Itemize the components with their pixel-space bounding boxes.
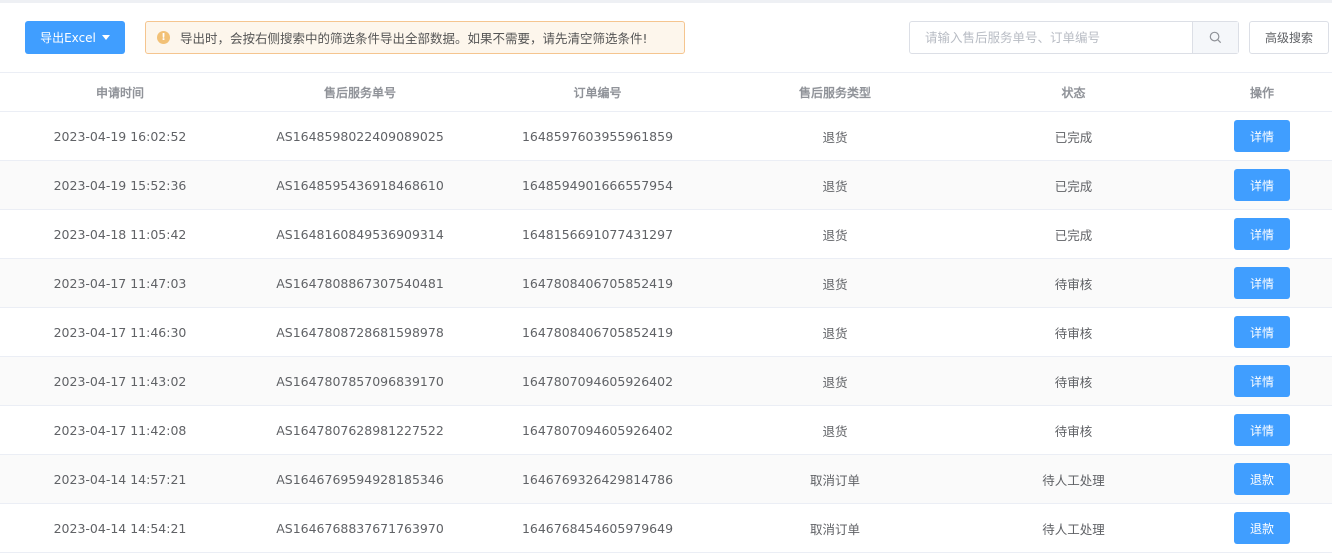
cell-order-no: 1647807094605926402: [521, 373, 674, 389]
table-row: 2023-04-18 11:05:42 AS1648160849536909314…: [0, 210, 1332, 259]
table-header: 申请时间 售后服务单号 订单编号 售后服务类型 状态 操作: [0, 72, 1332, 112]
table-row: 2023-04-17 11:46:30 AS1647808728681598978…: [0, 308, 1332, 357]
cell-service-type: 退货: [822, 129, 848, 145]
cell-service-no: AS1646769594928185346: [276, 471, 444, 487]
cell-service-no: AS1648160849536909314: [276, 226, 444, 242]
cell-order-no: 1647808406705852419: [521, 324, 674, 340]
table-body: 2023-04-19 16:02:52 AS1648598022409089025…: [0, 112, 1332, 553]
toolbar: 导出Excel ! 导出时，会按右侧搜索中的筛选条件导出全部数据。如果不需要，请…: [0, 3, 1332, 72]
detail-button[interactable]: 详情: [1234, 218, 1290, 250]
refund-button[interactable]: 退款: [1234, 463, 1290, 495]
search-button[interactable]: [1192, 22, 1238, 53]
cell-status: 待审核: [1054, 325, 1093, 341]
search-icon: [1209, 31, 1222, 44]
table-row: 2023-04-17 11:43:02 AS1647807857096839170…: [0, 357, 1332, 406]
cell-order-no: 1648156691077431297: [521, 226, 674, 242]
alert-text: 导出时，会按右侧搜索中的筛选条件导出全部数据。如果不需要，请先清空筛选条件!: [180, 31, 648, 46]
cell-service-no: AS1646768837671763970: [276, 520, 444, 536]
detail-button[interactable]: 详情: [1234, 120, 1290, 152]
table-row: 2023-04-14 14:54:21 AS1646768837671763970…: [0, 504, 1332, 553]
table-row: 2023-04-17 11:47:03 AS1647808867307540481…: [0, 259, 1332, 308]
cell-service-no: AS1647807628981227522: [276, 422, 444, 438]
cell-service-no: AS1647807857096839170: [276, 373, 444, 389]
detail-button[interactable]: 详情: [1234, 169, 1290, 201]
advanced-search-button[interactable]: 高级搜索: [1249, 21, 1329, 54]
cell-status: 待审核: [1054, 276, 1093, 292]
cell-apply-time: 2023-04-14 14:54:21: [53, 520, 187, 536]
cell-operation: 退款: [1192, 455, 1332, 503]
cell-service-type: 退货: [822, 227, 848, 243]
cell-service-no: AS1648598022409089025: [276, 128, 444, 144]
cell-service-type: 退货: [822, 374, 848, 390]
cell-order-no: 1648597603955961859: [521, 128, 674, 144]
cell-operation: 退款: [1192, 504, 1332, 552]
cell-status: 待审核: [1054, 374, 1093, 390]
header-service-no: 售后服务单号: [323, 85, 396, 100]
cell-apply-time: 2023-04-17 11:46:30: [53, 324, 187, 340]
cell-status: 待人工处理: [1042, 472, 1105, 488]
cell-status: 已完成: [1054, 129, 1093, 145]
cell-operation: 详情: [1192, 308, 1332, 356]
table-row: 2023-04-19 16:02:52 AS1648598022409089025…: [0, 112, 1332, 161]
cell-operation: 详情: [1192, 112, 1332, 160]
cell-apply-time: 2023-04-17 11:43:02: [53, 373, 187, 389]
cell-operation: 详情: [1192, 161, 1332, 209]
cell-status: 待人工处理: [1042, 521, 1105, 537]
cell-apply-time: 2023-04-17 11:42:08: [53, 422, 187, 438]
cell-service-no: AS1647808867307540481: [276, 275, 444, 291]
cell-service-type: 取消订单: [809, 521, 860, 537]
header-apply-time: 申请时间: [95, 85, 144, 100]
search-input[interactable]: [910, 22, 1192, 53]
cell-operation: 详情: [1192, 357, 1332, 405]
cell-operation: 详情: [1192, 210, 1332, 258]
cell-order-no: 1647808406705852419: [521, 275, 674, 291]
cell-apply-time: 2023-04-17 11:47:03: [53, 275, 187, 291]
header-service-type: 售后服务类型: [798, 85, 871, 100]
cell-order-no: 1648594901666557954: [521, 177, 674, 193]
cell-apply-time: 2023-04-19 16:02:52: [53, 128, 187, 144]
cell-service-no: AS1648595436918468610: [276, 177, 444, 193]
caret-down-icon: [101, 35, 110, 40]
cell-status: 已完成: [1054, 227, 1093, 243]
detail-button[interactable]: 详情: [1234, 365, 1290, 397]
cell-order-no: 1646768454605979649: [521, 520, 674, 536]
cell-apply-time: 2023-04-19 15:52:36: [53, 177, 187, 193]
cell-service-type: 退货: [822, 423, 848, 439]
search-box: [909, 21, 1239, 54]
cell-operation: 详情: [1192, 406, 1332, 454]
table-row: 2023-04-14 14:57:21 AS1646769594928185346…: [0, 455, 1332, 504]
cell-apply-time: 2023-04-14 14:57:21: [53, 471, 187, 487]
refund-button[interactable]: 退款: [1234, 512, 1290, 544]
cell-status: 已完成: [1054, 178, 1093, 194]
cell-service-type: 退货: [822, 178, 848, 194]
table-row: 2023-04-19 15:52:36 AS1648595436918468610…: [0, 161, 1332, 210]
cell-operation: 详情: [1192, 259, 1332, 307]
warning-circle-icon: !: [157, 31, 170, 44]
export-alert: ! 导出时，会按右侧搜索中的筛选条件导出全部数据。如果不需要，请先清空筛选条件!: [145, 21, 685, 54]
header-operation: 操作: [1249, 85, 1274, 100]
cell-service-type: 退货: [822, 325, 848, 341]
after-sales-table: 申请时间 售后服务单号 订单编号 售后服务类型 状态 操作 2023-04-19…: [0, 72, 1332, 553]
cell-status: 待审核: [1054, 423, 1093, 439]
detail-button[interactable]: 详情: [1234, 414, 1290, 446]
cell-service-type: 退货: [822, 276, 848, 292]
cell-service-type: 取消订单: [809, 472, 860, 488]
header-status: 状态: [1061, 85, 1086, 100]
detail-button[interactable]: 详情: [1234, 316, 1290, 348]
cell-apply-time: 2023-04-18 11:05:42: [53, 226, 187, 242]
cell-order-no: 1647807094605926402: [521, 422, 674, 438]
detail-button[interactable]: 详情: [1234, 267, 1290, 299]
export-excel-label: 导出Excel: [40, 31, 96, 45]
cell-service-no: AS1647808728681598978: [276, 324, 444, 340]
table-row: 2023-04-17 11:42:08 AS1647807628981227522…: [0, 406, 1332, 455]
header-order-no: 订单编号: [573, 85, 622, 100]
export-excel-button[interactable]: 导出Excel: [25, 21, 125, 54]
cell-order-no: 1646769326429814786: [521, 471, 674, 487]
